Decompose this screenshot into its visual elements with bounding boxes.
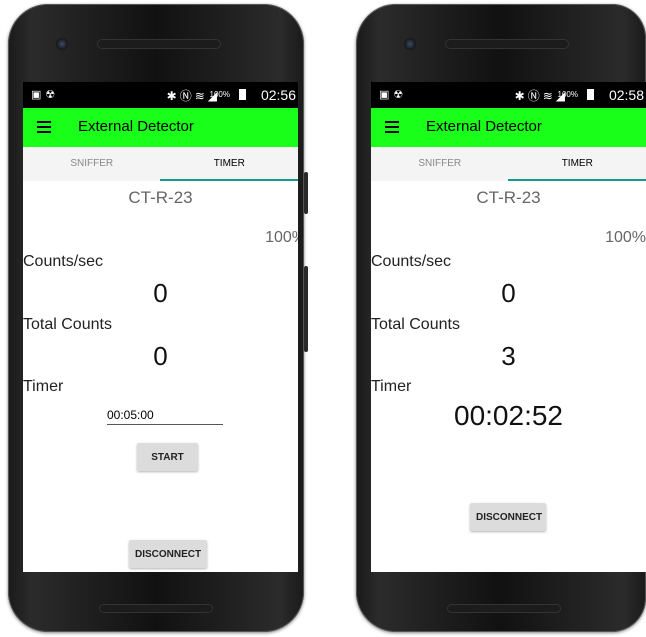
app-title: External Detector bbox=[78, 118, 194, 135]
bluetooth-icon: ✱ bbox=[514, 89, 528, 103]
radiation-icon: ☢ bbox=[45, 89, 60, 101]
timer-label: Timer bbox=[371, 378, 412, 395]
app-title: External Detector bbox=[426, 118, 542, 135]
tab-timer[interactable]: TIMER bbox=[509, 147, 646, 181]
device-name: CT-R-23 bbox=[476, 188, 541, 207]
tab-timer[interactable]: TIMER bbox=[161, 147, 299, 181]
battery-icon bbox=[239, 89, 246, 100]
status-battery-text: 100% bbox=[557, 90, 578, 99]
status-bar: ▣☢ ✱Ⓝ≋◢ 100% 02:58 bbox=[371, 82, 646, 108]
earpiece-speaker bbox=[446, 40, 568, 48]
bottom-speaker bbox=[100, 605, 212, 612]
tab-bar: SNIFFER TIMER bbox=[371, 147, 646, 181]
bluetooth-icon: ✱ bbox=[166, 89, 180, 103]
tab-indicator bbox=[508, 179, 646, 181]
timer-countdown: 00:02:52 bbox=[454, 400, 563, 431]
status-bar: ▣☢ ✱Ⓝ≋◢ 100% 02:56 bbox=[23, 82, 298, 108]
total-counts-label: Total Counts bbox=[23, 316, 112, 333]
timer-duration-input[interactable] bbox=[107, 406, 223, 425]
tab-sniffer[interactable]: SNIFFER bbox=[23, 147, 161, 181]
bottom-speaker bbox=[448, 605, 560, 612]
counts-per-sec-value: 0 bbox=[153, 278, 168, 308]
battery-percent: 100% bbox=[605, 229, 646, 246]
counts-per-sec-label: Counts/sec bbox=[371, 253, 452, 270]
counts-per-sec-value: 0 bbox=[501, 278, 516, 308]
timer-label: Timer bbox=[23, 378, 64, 395]
front-camera-icon bbox=[56, 38, 68, 50]
total-counts-value: 3 bbox=[501, 341, 516, 371]
hamburger-menu-icon[interactable] bbox=[385, 121, 399, 136]
front-camera-icon bbox=[404, 38, 416, 50]
status-time: 02:58 bbox=[608, 87, 644, 103]
gallery-icon: ▣ bbox=[379, 89, 394, 101]
app-screen: ▣☢ ✱Ⓝ≋◢ 100% 02:58 External Detector SNI… bbox=[371, 82, 646, 572]
app-bar: External Detector bbox=[371, 108, 646, 147]
counts-per-sec-label: Counts/sec bbox=[23, 253, 104, 270]
battery-icon bbox=[587, 89, 594, 100]
app-bar: External Detector bbox=[23, 108, 298, 147]
wifi-icon: ≋ bbox=[542, 89, 556, 103]
total-counts-label: Total Counts bbox=[371, 316, 460, 333]
battery-percent: 100% bbox=[265, 229, 298, 246]
status-left-icons: ▣☢ bbox=[379, 88, 407, 101]
gallery-icon: ▣ bbox=[31, 89, 46, 101]
tab-indicator bbox=[160, 179, 298, 181]
power-button bbox=[304, 266, 308, 352]
volume-button bbox=[304, 172, 308, 214]
nfc-icon: Ⓝ bbox=[179, 89, 195, 103]
radiation-icon: ☢ bbox=[393, 89, 408, 101]
status-battery-text: 100% bbox=[209, 90, 230, 99]
phone-frame-right: ▣☢ ✱Ⓝ≋◢ 100% 02:58 External Detector SNI… bbox=[356, 4, 646, 632]
phone-frame-left: ▣☢ ✱Ⓝ≋◢ 100% 02:56 External Detector SNI… bbox=[8, 4, 308, 632]
total-counts-value: 0 bbox=[153, 341, 168, 371]
status-time: 02:56 bbox=[260, 87, 296, 103]
tab-sniffer[interactable]: SNIFFER bbox=[371, 147, 509, 181]
status-left-icons: ▣☢ bbox=[31, 88, 59, 101]
device-name: CT-R-23 bbox=[128, 188, 193, 207]
disconnect-button[interactable]: DISCONNECT bbox=[470, 503, 546, 531]
app-screen: ▣☢ ✱Ⓝ≋◢ 100% 02:56 External Detector SNI… bbox=[23, 82, 298, 572]
earpiece-speaker bbox=[98, 40, 220, 48]
disconnect-button[interactable]: DISCONNECT bbox=[129, 540, 207, 568]
nfc-icon: Ⓝ bbox=[527, 89, 543, 103]
tab-bar: SNIFFER TIMER bbox=[23, 147, 298, 181]
wifi-icon: ≋ bbox=[194, 89, 208, 103]
start-button[interactable]: START bbox=[137, 443, 198, 471]
hamburger-menu-icon[interactable] bbox=[37, 121, 51, 136]
